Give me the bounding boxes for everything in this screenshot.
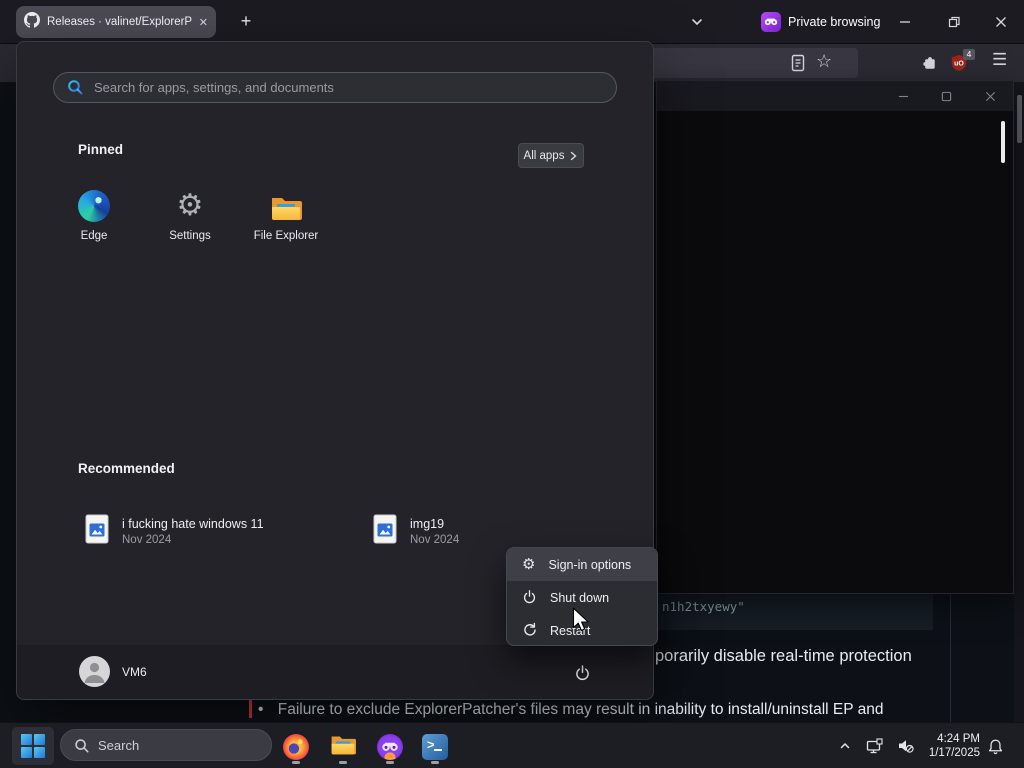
bullet-text: Failure to exclude ExplorerPatcher's fil… xyxy=(277,701,884,718)
page-text-fragment: porarily disable real-time protection xyxy=(655,647,912,665)
pinned-header: Pinned xyxy=(78,142,124,157)
tray-chevron-up-icon[interactable] xyxy=(832,731,858,761)
menu-hamburger-icon[interactable]: ☰ xyxy=(992,50,1007,70)
svg-text:uO: uO xyxy=(954,61,964,68)
window-close-button[interactable] xyxy=(986,11,1016,33)
tray-clock[interactable]: 4:24 PM 1/17/2025 xyxy=(918,732,980,760)
menu-item-label: Shut down xyxy=(550,590,610,605)
taskbar-search-input[interactable] xyxy=(98,730,258,760)
tray-time: 4:24 PM xyxy=(937,733,980,745)
folder-icon xyxy=(238,188,334,222)
start-button[interactable] xyxy=(12,727,54,765)
page-bullet-line: • Failure to exclude ExplorerPatcher's f… xyxy=(258,701,884,719)
chevron-right-icon xyxy=(571,151,578,160)
page-column-border xyxy=(950,587,951,722)
start-menu-user-bar: VM6 xyxy=(17,645,653,699)
window-minimize-button[interactable] xyxy=(890,11,920,33)
image-file-icon xyxy=(373,514,397,549)
pinned-app-label: Edge xyxy=(80,230,108,242)
taskbar: > 4:24 PM 1/17/2025 xyxy=(0,722,1024,768)
taskbar-search-box[interactable] xyxy=(60,729,272,761)
private-browsing-icon xyxy=(761,12,781,32)
mouse-cursor xyxy=(572,607,591,639)
gear-icon: ⚙ xyxy=(522,556,536,573)
taskbar-app-firefox[interactable] xyxy=(274,728,318,766)
code-block: n1h2txyewy" xyxy=(655,592,933,630)
start-search-input[interactable] xyxy=(94,73,594,102)
tray-network-icon[interactable] xyxy=(862,731,888,761)
recommended-item-title: i fucking hate windows 11 xyxy=(122,516,264,531)
browser-tab[interactable]: Releases · valinet/ExplorerPatch ✕ xyxy=(16,6,216,38)
windows-logo-icon xyxy=(21,734,45,758)
user-avatar[interactable] xyxy=(79,656,110,687)
browser-tab-bar: Releases · valinet/ExplorerPatch ✕ + Pri… xyxy=(0,0,1024,44)
inner-maximize-button[interactable] xyxy=(931,85,961,107)
inner-minimize-button[interactable] xyxy=(888,85,918,107)
private-browsing-label: Private browsing xyxy=(788,15,881,29)
ublock-icon[interactable]: uO 4 xyxy=(950,49,975,77)
ublock-badge: 4 xyxy=(963,49,975,60)
firefox-icon xyxy=(283,734,309,760)
start-search-box[interactable] xyxy=(53,72,617,103)
inner-close-button[interactable] xyxy=(975,85,1005,107)
restart-icon xyxy=(522,622,537,640)
running-indicator xyxy=(431,761,439,764)
recommended-item-title: img19 xyxy=(410,516,445,531)
image-file-icon xyxy=(85,514,109,549)
reader-mode-icon[interactable] xyxy=(790,54,806,77)
running-indicator xyxy=(292,761,300,764)
menu-item-sign-in-options[interactable]: ⚙ Sign-in options xyxy=(507,548,657,581)
tab-list-chevron-icon[interactable] xyxy=(689,14,705,35)
tray-volume-muted-icon[interactable] xyxy=(892,731,918,761)
browser-scrollbar-thumb[interactable] xyxy=(1017,95,1022,143)
taskbar-app-powershell[interactable]: > xyxy=(413,728,457,766)
new-tab-button[interactable]: + xyxy=(234,10,258,34)
folder-icon xyxy=(330,734,356,761)
recommended-item-date: Nov 2024 xyxy=(410,533,460,546)
code-fragment: n1h2txyewy" xyxy=(662,599,745,614)
search-icon xyxy=(75,739,89,753)
edge-icon xyxy=(78,190,110,222)
tray-date: 1/17/2025 xyxy=(928,747,980,759)
inner-scrollbar-thumb[interactable] xyxy=(1001,121,1005,163)
background-app-window xyxy=(656,80,1014,594)
taskbar-app-file-explorer[interactable] xyxy=(321,728,365,766)
pinned-app-label: File Explorer xyxy=(253,230,319,242)
pinned-app-file-explorer[interactable]: File Explorer xyxy=(238,188,334,242)
inner-window-titlebar xyxy=(657,81,1013,111)
recommended-item[interactable]: i fucking hate windows 11 Nov 2024 xyxy=(77,503,363,559)
tab-close-icon[interactable]: ✕ xyxy=(199,16,208,29)
power-icon xyxy=(522,589,537,607)
github-icon xyxy=(24,11,40,33)
powershell-icon: > xyxy=(422,734,448,760)
tab-title: Releases · valinet/ExplorerPatch xyxy=(47,16,192,28)
menu-item-label: Sign-in options xyxy=(548,557,632,572)
recommended-header: Recommended xyxy=(78,461,175,476)
browser-scrollbar-track[interactable] xyxy=(1014,82,1024,722)
search-icon xyxy=(67,79,84,101)
power-button[interactable] xyxy=(566,656,598,688)
window-restore-button[interactable] xyxy=(939,11,969,33)
pinned-app-settings[interactable]: ⚙ Settings xyxy=(142,188,238,243)
pinned-app-label: Settings xyxy=(169,230,211,242)
firefox-private-icon xyxy=(377,734,403,760)
taskbar-app-firefox-private[interactable] xyxy=(368,728,412,766)
pinned-app-edge[interactable]: Edge xyxy=(46,188,142,242)
running-indicator xyxy=(386,761,394,764)
notification-bell-icon[interactable] xyxy=(982,731,1008,761)
all-apps-label: All apps xyxy=(523,149,565,162)
bookmark-star-icon[interactable]: ☆ xyxy=(816,51,832,72)
all-apps-button[interactable]: All apps xyxy=(518,143,584,168)
bullet-glyph: • xyxy=(258,701,264,718)
settings-gear-icon: ⚙ xyxy=(176,189,204,222)
user-name: VM6 xyxy=(122,665,147,679)
extensions-puzzle-icon[interactable] xyxy=(921,54,938,76)
running-indicator xyxy=(339,761,347,764)
recommended-item-date: Nov 2024 xyxy=(122,533,172,546)
